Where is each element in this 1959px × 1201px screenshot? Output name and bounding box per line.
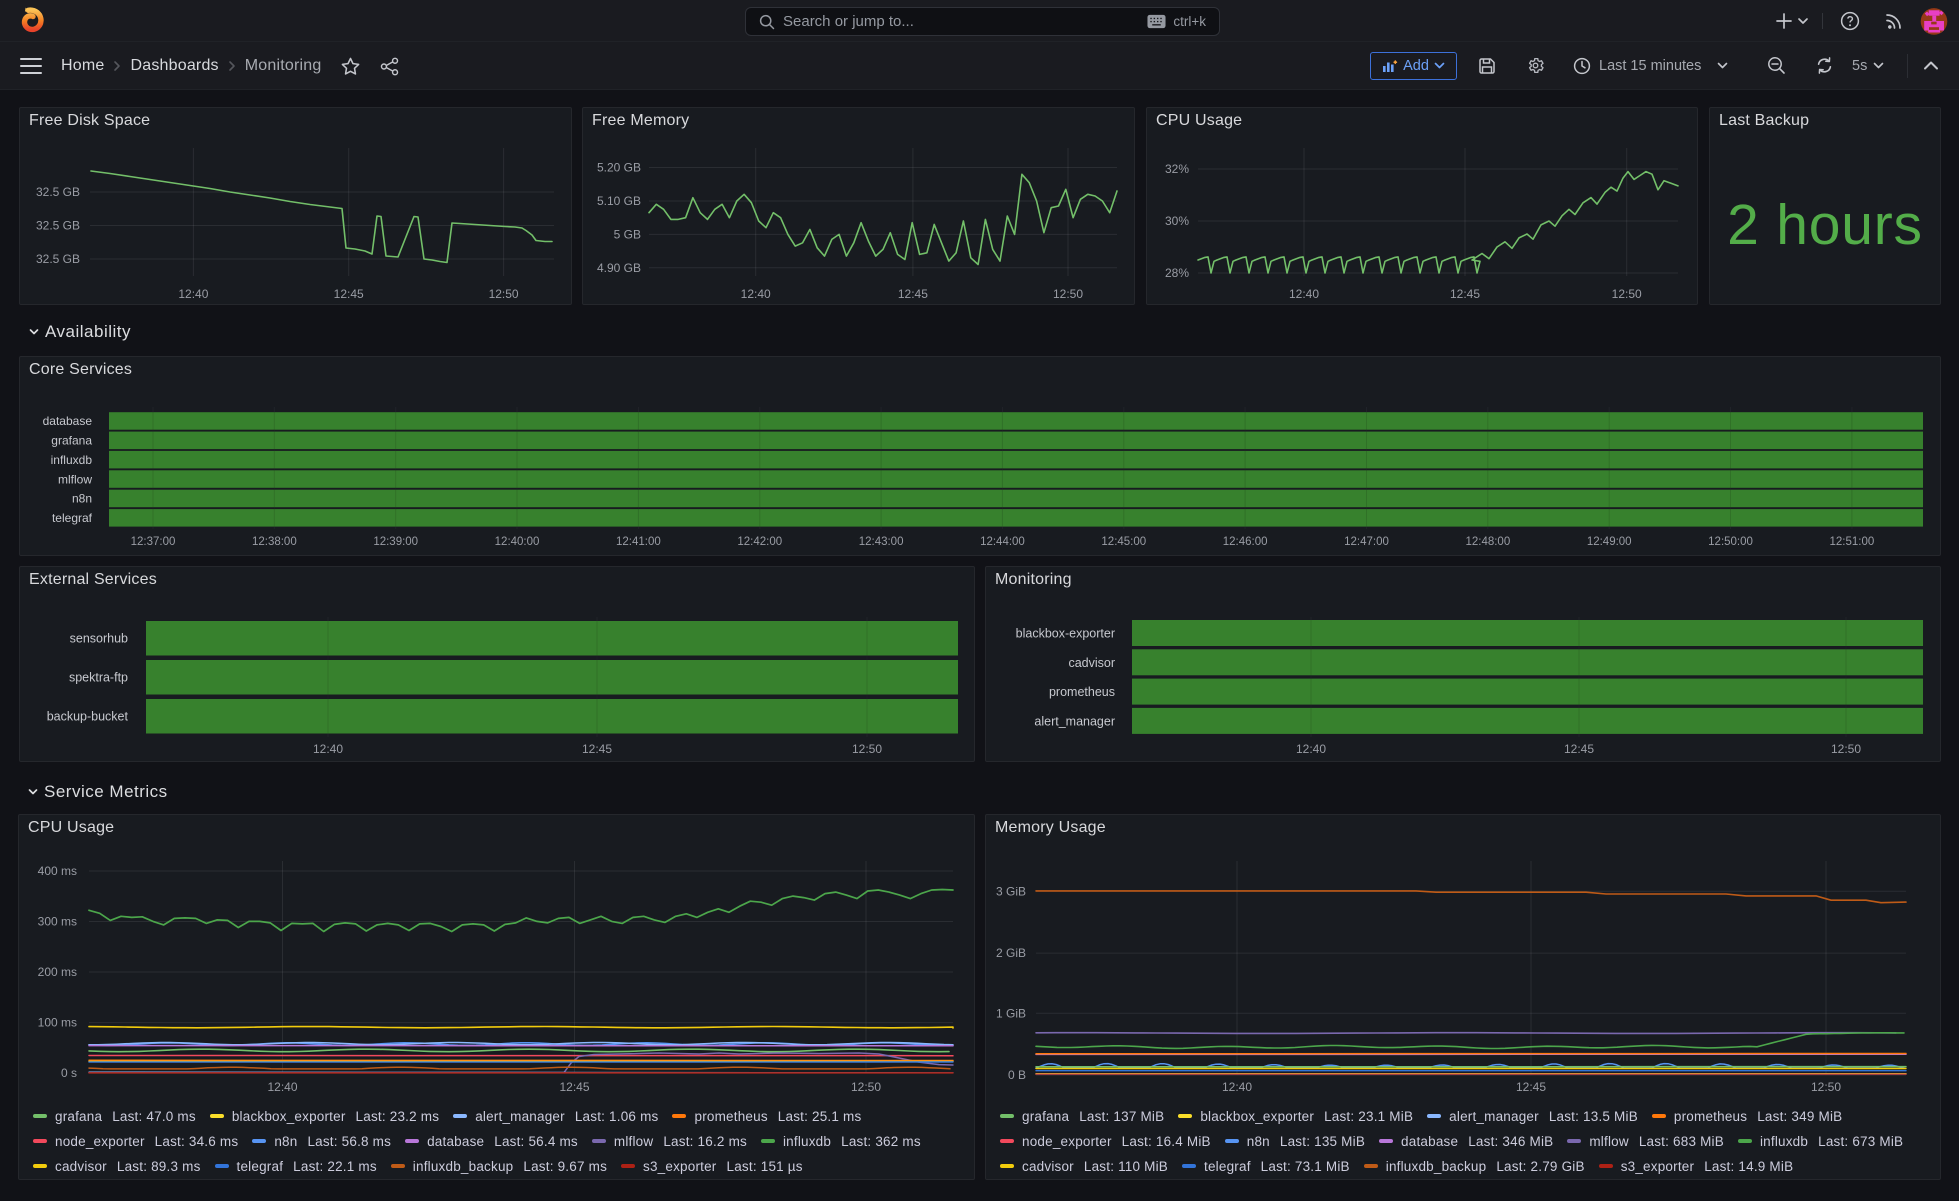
svg-text:12:40: 12:40 xyxy=(741,287,771,301)
svg-text:12:40: 12:40 xyxy=(1222,1080,1252,1094)
svg-text:12:45: 12:45 xyxy=(898,287,928,301)
svg-text:12:40: 12:40 xyxy=(267,1080,297,1094)
svg-text:grafana: grafana xyxy=(51,434,92,448)
svg-text:12:49:00: 12:49:00 xyxy=(1587,536,1632,548)
svg-text:4.90 GB: 4.90 GB xyxy=(597,261,641,275)
svg-text:12:38:00: 12:38:00 xyxy=(252,536,297,548)
svg-text:200 ms: 200 ms xyxy=(38,965,77,979)
svg-text:5.10 GB: 5.10 GB xyxy=(597,194,641,208)
svg-text:12:45: 12:45 xyxy=(559,1080,589,1094)
svg-text:12:40: 12:40 xyxy=(178,287,208,301)
svg-text:32%: 32% xyxy=(1165,162,1189,176)
svg-text:0 s: 0 s xyxy=(61,1066,77,1080)
svg-text:backup-bucket: backup-bucket xyxy=(47,710,129,724)
svg-text:telegraf: telegraf xyxy=(52,511,93,525)
svg-text:prometheus: prometheus xyxy=(1049,685,1115,699)
svg-text:cadvisor: cadvisor xyxy=(1068,656,1115,670)
svg-text:12:50: 12:50 xyxy=(489,287,519,301)
svg-text:400 ms: 400 ms xyxy=(38,864,77,878)
svg-text:32.5 GB: 32.5 GB xyxy=(36,252,80,266)
svg-text:300 ms: 300 ms xyxy=(38,915,77,929)
svg-text:12:45: 12:45 xyxy=(1450,287,1480,301)
svg-text:12:40: 12:40 xyxy=(1296,742,1326,756)
svg-text:12:40: 12:40 xyxy=(313,742,343,756)
svg-text:12:50: 12:50 xyxy=(1612,287,1642,301)
svg-text:spektra-ftp: spektra-ftp xyxy=(69,671,128,685)
svg-text:12:43:00: 12:43:00 xyxy=(859,536,904,548)
svg-text:12:40: 12:40 xyxy=(1289,287,1319,301)
svg-text:32.5 GB: 32.5 GB xyxy=(36,185,80,199)
svg-text:100 ms: 100 ms xyxy=(38,1016,77,1030)
svg-text:mlflow: mlflow xyxy=(58,472,92,486)
svg-text:12:50: 12:50 xyxy=(1811,1080,1841,1094)
svg-text:12:45: 12:45 xyxy=(1564,742,1594,756)
svg-text:2 GiB: 2 GiB xyxy=(996,946,1026,960)
svg-text:alert_manager: alert_manager xyxy=(1034,714,1115,728)
svg-text:0 B: 0 B xyxy=(1008,1068,1026,1082)
svg-text:12:45: 12:45 xyxy=(334,287,364,301)
svg-text:12:50:00: 12:50:00 xyxy=(1708,536,1753,548)
svg-text:12:46:00: 12:46:00 xyxy=(1223,536,1268,548)
svg-text:12:40:00: 12:40:00 xyxy=(495,536,540,548)
svg-text:sensorhub: sensorhub xyxy=(70,632,128,646)
svg-text:12:44:00: 12:44:00 xyxy=(980,536,1025,548)
svg-text:12:47:00: 12:47:00 xyxy=(1344,536,1389,548)
svg-text:12:50: 12:50 xyxy=(851,1080,881,1094)
svg-text:12:51:00: 12:51:00 xyxy=(1830,536,1875,548)
svg-text:30%: 30% xyxy=(1165,214,1189,228)
svg-text:12:45:00: 12:45:00 xyxy=(1101,536,1146,548)
svg-text:12:45: 12:45 xyxy=(1516,1080,1546,1094)
svg-text:5.20 GB: 5.20 GB xyxy=(597,161,641,175)
svg-text:12:39:00: 12:39:00 xyxy=(373,536,418,548)
svg-text:n8n: n8n xyxy=(72,492,92,506)
svg-text:28%: 28% xyxy=(1165,266,1189,280)
svg-text:influxdb: influxdb xyxy=(51,453,93,467)
svg-text:1 GiB: 1 GiB xyxy=(996,1006,1026,1020)
svg-text:5 GB: 5 GB xyxy=(614,227,641,241)
svg-text:12:50: 12:50 xyxy=(852,742,882,756)
svg-text:12:48:00: 12:48:00 xyxy=(1465,536,1510,548)
svg-text:32.5 GB: 32.5 GB xyxy=(36,219,80,233)
svg-text:3 GiB: 3 GiB xyxy=(996,884,1026,898)
svg-text:12:50: 12:50 xyxy=(1831,742,1861,756)
svg-text:database: database xyxy=(43,414,93,428)
svg-text:12:42:00: 12:42:00 xyxy=(737,536,782,548)
svg-text:blackbox-exporter: blackbox-exporter xyxy=(1016,627,1115,641)
svg-text:12:45: 12:45 xyxy=(582,742,612,756)
svg-text:12:41:00: 12:41:00 xyxy=(616,536,661,548)
svg-text:12:37:00: 12:37:00 xyxy=(131,536,176,548)
svg-text:12:50: 12:50 xyxy=(1053,287,1083,301)
